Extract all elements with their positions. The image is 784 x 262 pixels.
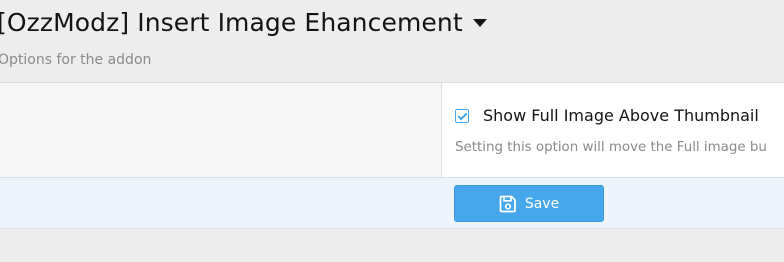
show-full-image-hint: Setting this option will move the Full i… (455, 140, 767, 155)
options-page: [OzzModz] Insert Image Ehancement Option… (0, 0, 784, 262)
option-row-show-full-image: Show Full Image Above Thumbnail Setting … (441, 83, 784, 178)
page-header: [OzzModz] Insert Image Ehancement (0, 5, 487, 39)
show-full-image-checkbox[interactable] (455, 108, 469, 123)
options-form: Show Full Image Above Thumbnail Setting … (0, 82, 784, 178)
form-submit-row: Save (0, 177, 784, 229)
save-button-label: Save (524, 195, 560, 212)
floppy-disk-icon (499, 195, 516, 212)
show-full-image-option[interactable]: Show Full Image Above Thumbnail (455, 106, 759, 125)
show-full-image-label[interactable]: Show Full Image Above Thumbnail (483, 106, 759, 125)
caret-down-icon[interactable] (472, 19, 487, 27)
page-title: [OzzModz] Insert Image Ehancement (0, 7, 463, 37)
page-description: Options for the addon (0, 52, 152, 68)
save-button[interactable]: Save (454, 185, 604, 222)
